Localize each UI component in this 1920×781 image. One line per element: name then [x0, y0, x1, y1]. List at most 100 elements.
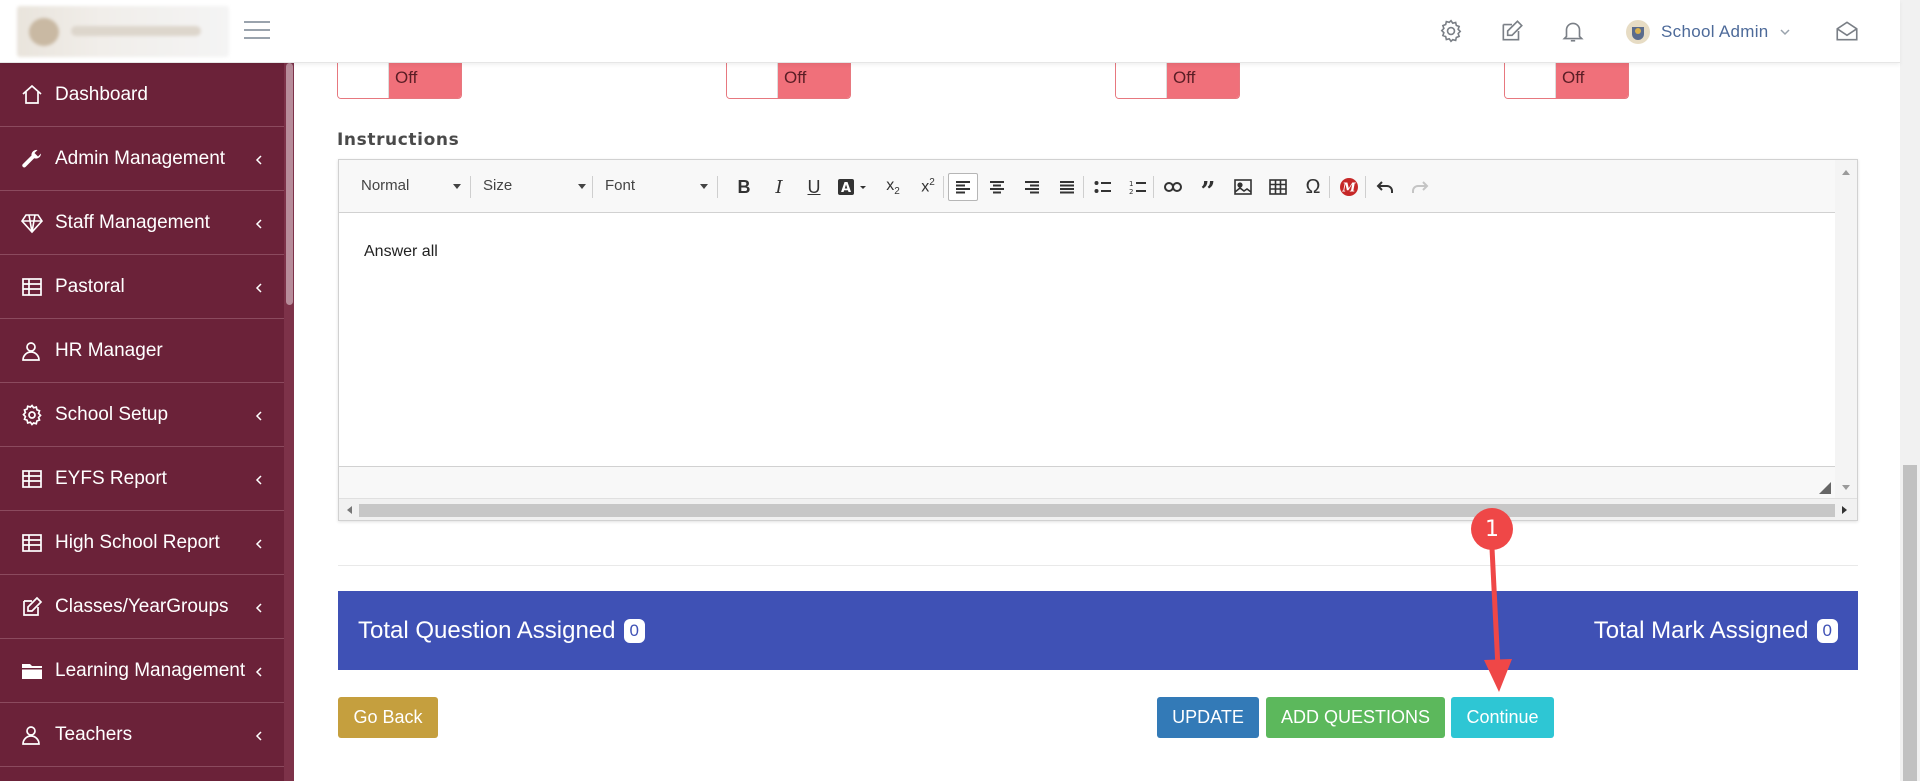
add-questions-button[interactable]: ADD QUESTIONS	[1266, 697, 1445, 738]
table-icon[interactable]	[1263, 173, 1293, 201]
svg-text:1: 1	[1129, 180, 1133, 188]
sidebar-item-label: Admin Management	[55, 147, 226, 169]
toggle-switch[interactable]: Off	[1115, 63, 1240, 99]
go-back-button[interactable]: Go Back	[338, 697, 438, 738]
chevron-left-icon	[255, 731, 262, 741]
school-logo[interactable]	[17, 6, 229, 57]
sidebar-item-staff-management[interactable]: Staff Management	[0, 191, 284, 255]
chevron-left-icon	[255, 411, 262, 421]
sidebar-item-high-school-report[interactable]: High School Report	[0, 511, 284, 575]
editor-footer	[339, 466, 1835, 498]
sidebar-item-teachers[interactable]: Teachers	[0, 703, 284, 767]
chevron-left-icon	[255, 539, 262, 549]
toggle-switch[interactable]: Off	[1504, 63, 1629, 99]
chevron-down-icon	[1780, 29, 1790, 36]
numbered-list-icon[interactable]: 12	[1123, 173, 1153, 201]
redo-icon[interactable]	[1405, 173, 1435, 201]
blockquote-icon[interactable]: ”	[1193, 173, 1223, 207]
image-icon[interactable]	[1228, 173, 1258, 201]
sidebar-nav: Dashboard Admin Management Staff Managem…	[0, 63, 294, 781]
size-label: Size	[483, 177, 513, 194]
app-window: School Admin Dashboard Admin Management …	[0, 0, 1920, 781]
sidebar-item-dashboard[interactable]: Dashboard	[0, 63, 284, 127]
math-plugin-icon[interactable]: M	[1334, 173, 1364, 201]
sidebar-item-school-setup[interactable]: School Setup	[0, 383, 284, 447]
svg-text:A: A	[841, 181, 851, 196]
text-color-icon[interactable]: A	[833, 173, 873, 201]
profile-name: School Admin	[1661, 22, 1769, 41]
user-icon	[22, 725, 40, 745]
edit-icon[interactable]	[1499, 18, 1525, 44]
undo-icon[interactable]	[1370, 173, 1400, 201]
page-scrollbar[interactable]	[1900, 0, 1920, 781]
continue-button[interactable]: Continue	[1451, 697, 1554, 738]
marks-label: Total Mark Assigned	[1593, 617, 1809, 644]
envelope-open-icon[interactable]	[1834, 18, 1860, 44]
instructions-editor: Normal Size Font B I U A x2 x2 1 2 ” Ω M…	[338, 159, 1858, 521]
questions-summary: Total Question Assigned 0	[358, 617, 645, 645]
editor-horizontal-scrollbar[interactable]	[339, 498, 1857, 520]
update-button[interactable]: UPDATE	[1157, 697, 1259, 738]
chevron-left-icon	[255, 219, 262, 229]
toggle-label: Off	[389, 63, 461, 98]
align-justify-icon[interactable]	[1052, 173, 1082, 201]
bullet-list-icon[interactable]	[1088, 173, 1118, 201]
link-icon[interactable]	[1158, 173, 1188, 201]
top-header: School Admin	[0, 0, 1900, 63]
format-dropdown[interactable]: Normal	[361, 174, 461, 198]
sidebar-item-learning-management[interactable]: Learning Management	[0, 639, 284, 703]
chevron-left-icon	[255, 283, 262, 293]
align-right-icon[interactable]	[1017, 173, 1047, 201]
sidebar-scrollbar[interactable]	[284, 63, 294, 781]
main-content: Off Off Off Off Instructions Normal Size…	[294, 63, 1900, 781]
size-dropdown[interactable]: Size	[483, 174, 586, 198]
editor-text: Answer all	[364, 243, 438, 260]
sidebar-item-pastoral[interactable]: Pastoral	[0, 255, 284, 319]
toggle-switch[interactable]: Off	[726, 63, 851, 99]
subscript-icon[interactable]: x2	[878, 173, 908, 201]
underline-icon[interactable]: U	[799, 173, 829, 201]
sidebar-item-label: Teachers	[55, 723, 133, 745]
folder-icon	[22, 663, 42, 679]
marks-count-badge: 0	[1816, 619, 1838, 643]
sidebar-item-label: Dashboard	[55, 83, 148, 105]
assignment-summary-bar: Total Question Assigned 0 Total Mark Ass…	[338, 591, 1858, 670]
questions-count-badge: 0	[623, 619, 645, 643]
instructions-label: Instructions	[337, 130, 460, 150]
chevron-left-icon	[255, 667, 262, 677]
align-center-icon[interactable]	[982, 173, 1012, 201]
bold-icon[interactable]: B	[729, 173, 759, 201]
sidebar-item-eyfs-report[interactable]: EYFS Report	[0, 447, 284, 511]
sidebar-item-classes-yeargroups[interactable]: Classes/YearGroups	[0, 575, 284, 639]
toggle-label: Off	[1167, 63, 1239, 98]
gear-icon	[22, 403, 42, 426]
menu-toggle-icon[interactable]	[244, 21, 270, 41]
sidebar-item-label: HR Manager	[55, 339, 163, 361]
edit-icon	[23, 596, 43, 616]
user-profile-menu[interactable]: School Admin	[1625, 18, 1791, 46]
editor-vertical-scrollbar[interactable]	[1835, 160, 1857, 498]
chevron-left-icon	[255, 155, 262, 165]
align-left-icon[interactable]	[948, 173, 978, 201]
bell-icon[interactable]	[1560, 18, 1586, 44]
italic-icon[interactable]: I	[764, 173, 794, 201]
sidebar-item-label: Pastoral	[55, 275, 125, 297]
wrench-icon	[22, 149, 42, 167]
user-icon	[22, 341, 40, 361]
toggle-switch[interactable]: Off	[337, 63, 462, 99]
superscript-icon[interactable]: x2	[913, 173, 943, 201]
marks-summary: Total Mark Assigned 0	[1594, 617, 1838, 645]
font-dropdown[interactable]: Font	[605, 174, 708, 198]
settings-icon[interactable]	[1438, 18, 1464, 44]
resize-grip-icon[interactable]	[1819, 482, 1831, 494]
format-label: Normal	[361, 177, 410, 194]
special-char-icon[interactable]: Ω	[1298, 173, 1328, 201]
sidebar-item-label: Staff Management	[55, 211, 210, 233]
home-icon	[22, 84, 42, 104]
sidebar-item-admin-management[interactable]: Admin Management	[0, 127, 284, 191]
sidebar-item-label: EYFS Report	[55, 467, 167, 489]
editor-content-area[interactable]: Answer all	[339, 213, 1835, 466]
toggle-label: Off	[778, 63, 850, 98]
sidebar-item-hr-manager[interactable]: HR Manager	[0, 319, 284, 383]
section-divider	[338, 565, 1858, 566]
